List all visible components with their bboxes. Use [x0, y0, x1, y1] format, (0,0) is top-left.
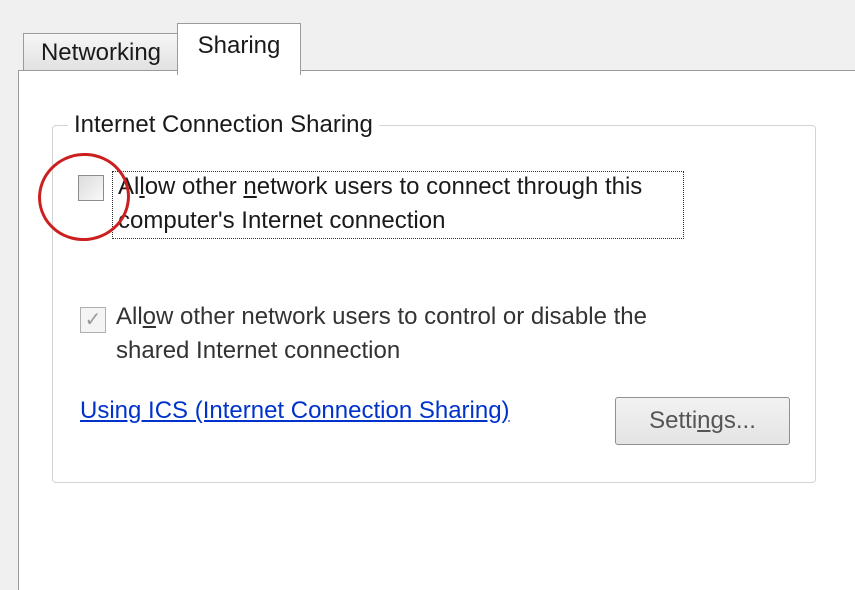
allow-control-line2: shared Internet connection	[116, 337, 401, 364]
tab-networking-label: Networking	[40, 38, 162, 66]
allow-connect-line2: computer's Internet connection	[118, 207, 446, 234]
allow-control-checkbox[interactable]: ✓	[80, 307, 106, 333]
allow-control-text-b: w other network users to control or disa…	[156, 303, 647, 330]
allow-connect-line1: Allow other network users to connect thr…	[118, 173, 642, 200]
settings-text-b: gs...	[710, 407, 756, 434]
allow-connect-text-b: ow other	[144, 173, 244, 200]
using-ics-link[interactable]: Using ICS (Internet Connection Sharing)	[80, 397, 510, 425]
allow-control-label[interactable]: Allow other network users to control or …	[116, 300, 647, 368]
allow-control-line1: Allow other network users to control or …	[116, 303, 647, 330]
settings-text-a: Setti	[649, 407, 698, 434]
settings-mnemonic: n	[697, 407, 711, 434]
allow-control-mnemonic: o	[142, 303, 157, 330]
allow-connect-mnemonic-2: n	[243, 173, 257, 200]
allow-connect-label[interactable]: Allow other network users to connect thr…	[118, 170, 642, 238]
tab-sharing[interactable]: Sharing	[177, 23, 301, 75]
checkmark-icon: ✓	[84, 309, 102, 331]
tab-sharing-label: Sharing	[197, 31, 281, 59]
ics-group-title: Internet Connection Sharing	[68, 111, 379, 139]
allow-connect-text-c: etwork users to connect through this	[256, 173, 643, 200]
tab-networking[interactable]: Networking	[23, 33, 179, 71]
allow-control-text-a: All	[116, 303, 143, 330]
settings-button[interactable]: Setti n gs...	[615, 397, 790, 445]
